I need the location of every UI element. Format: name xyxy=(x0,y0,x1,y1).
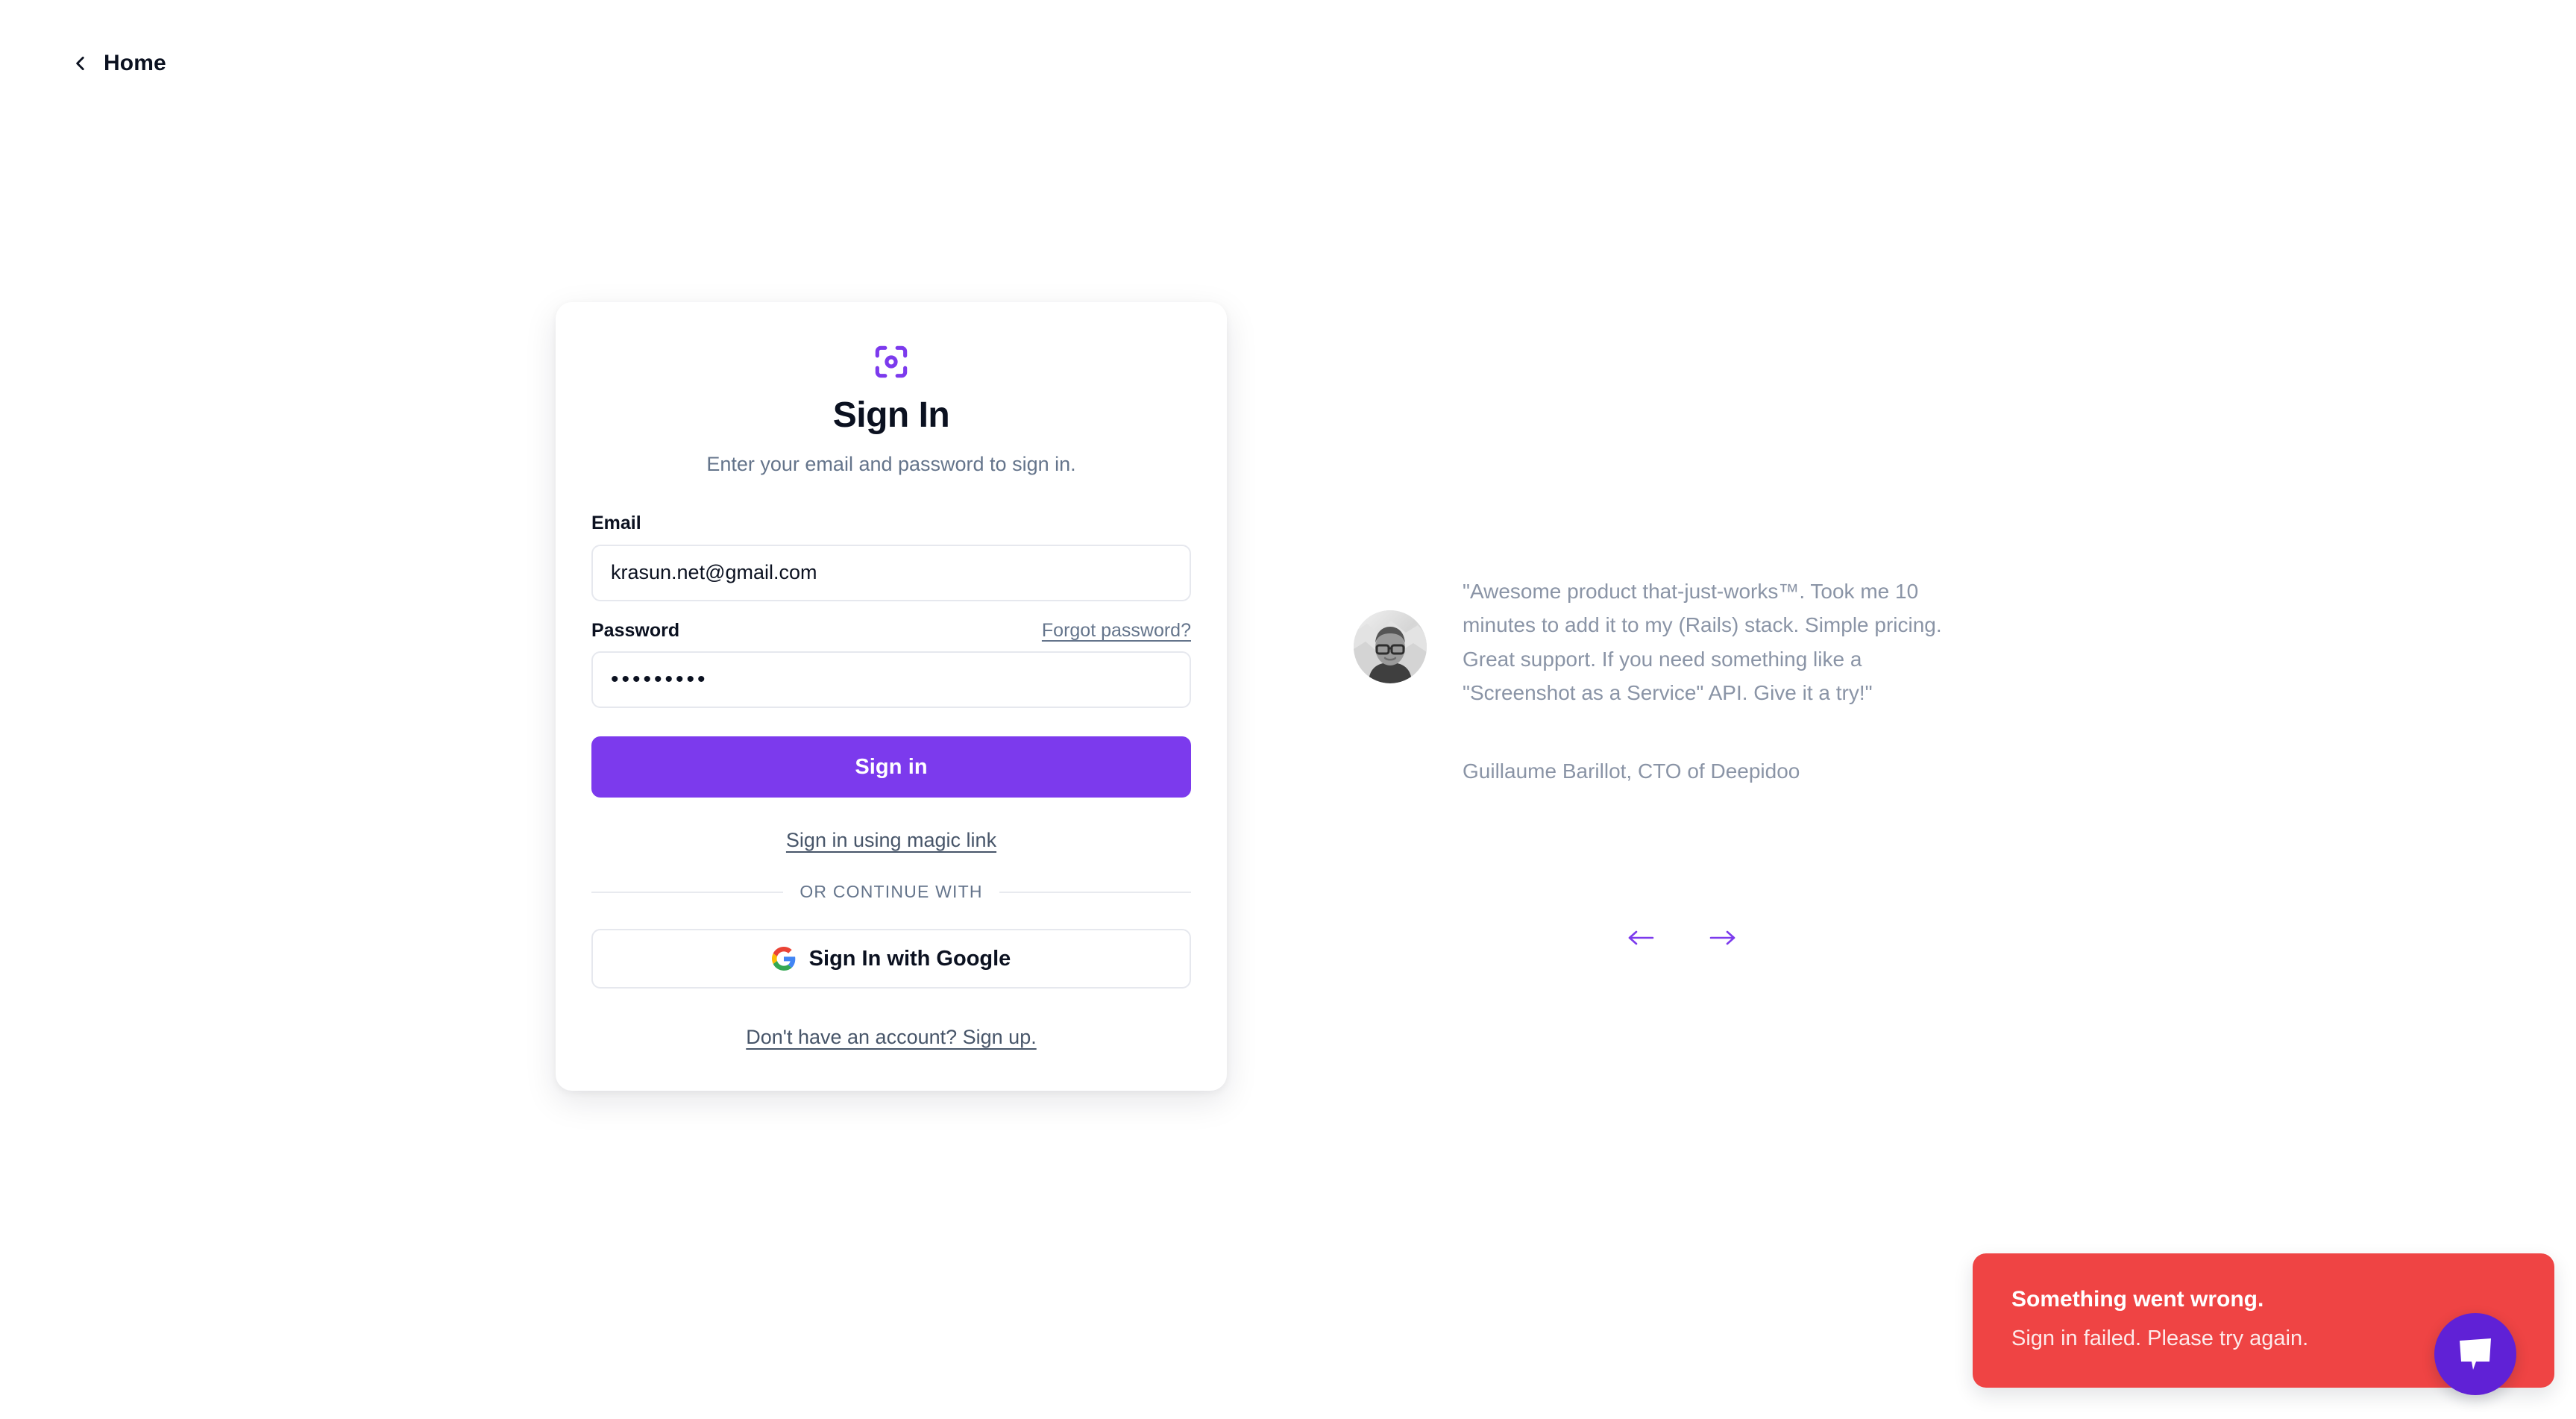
or-continue-divider: OR CONTINUE WITH xyxy=(591,882,1192,902)
testimonial-next-button[interactable] xyxy=(1706,925,1739,950)
testimonial-prev-button[interactable] xyxy=(1624,925,1657,950)
password-label-row: Password Forgot password? xyxy=(591,619,1191,642)
sign-in-with-google-button[interactable]: Sign In with Google xyxy=(591,929,1191,989)
scan-focus-icon xyxy=(870,341,912,383)
google-g-icon xyxy=(771,947,796,971)
arrow-left-icon xyxy=(1624,925,1657,950)
signup-link[interactable]: Don't have an account? Sign up. xyxy=(746,1026,1036,1049)
signup-row: Don't have an account? Sign up. xyxy=(591,1026,1191,1049)
signin-card: Sign In Enter your email and password to… xyxy=(556,302,1227,1091)
chat-bubble-icon xyxy=(2456,1335,2495,1373)
divider-line-left xyxy=(591,891,784,893)
email-label-row: Email xyxy=(591,513,1191,534)
testimonial-carousel-nav xyxy=(1624,925,1739,950)
page-title: Sign In xyxy=(832,395,950,435)
password-field[interactable] xyxy=(591,651,1191,709)
arrow-right-icon xyxy=(1706,925,1739,950)
testimonial: "Awesome product that-just-works™. Took … xyxy=(1354,574,1950,787)
magic-link-row: Sign in using magic link xyxy=(591,829,1191,852)
page-subtitle: Enter your email and password to sign in… xyxy=(706,452,1076,475)
testimonial-author: Guillaume Barillot, CTO of Deepidoo xyxy=(1463,759,1800,783)
divider-label: OR CONTINUE WITH xyxy=(799,882,983,902)
chat-launcher-button[interactable] xyxy=(2434,1313,2516,1395)
back-to-home-label: Home xyxy=(104,51,166,75)
testimonial-quote: "Awesome product that-just-works™. Took … xyxy=(1463,580,1942,705)
avatar xyxy=(1354,610,1427,683)
sign-in-button[interactable]: Sign in xyxy=(591,736,1191,798)
divider-line-right xyxy=(999,891,1192,893)
email-label: Email xyxy=(591,513,641,534)
testimonial-content: "Awesome product that-just-works™. Took … xyxy=(1463,574,1950,787)
chevron-left-icon xyxy=(71,54,90,73)
magic-link-signin-link[interactable]: Sign in using magic link xyxy=(786,829,996,852)
email-field[interactable] xyxy=(591,544,1191,601)
password-label: Password xyxy=(591,619,680,641)
forgot-password-link[interactable]: Forgot password? xyxy=(1042,620,1191,642)
signin-page: Home Sign In Enter your email and passwo… xyxy=(0,0,2576,1419)
google-button-label: Sign In with Google xyxy=(808,946,1011,971)
toast-title: Something went wrong. xyxy=(2011,1287,2264,1312)
logo-container xyxy=(591,341,1191,383)
back-to-home-link[interactable]: Home xyxy=(71,52,166,75)
